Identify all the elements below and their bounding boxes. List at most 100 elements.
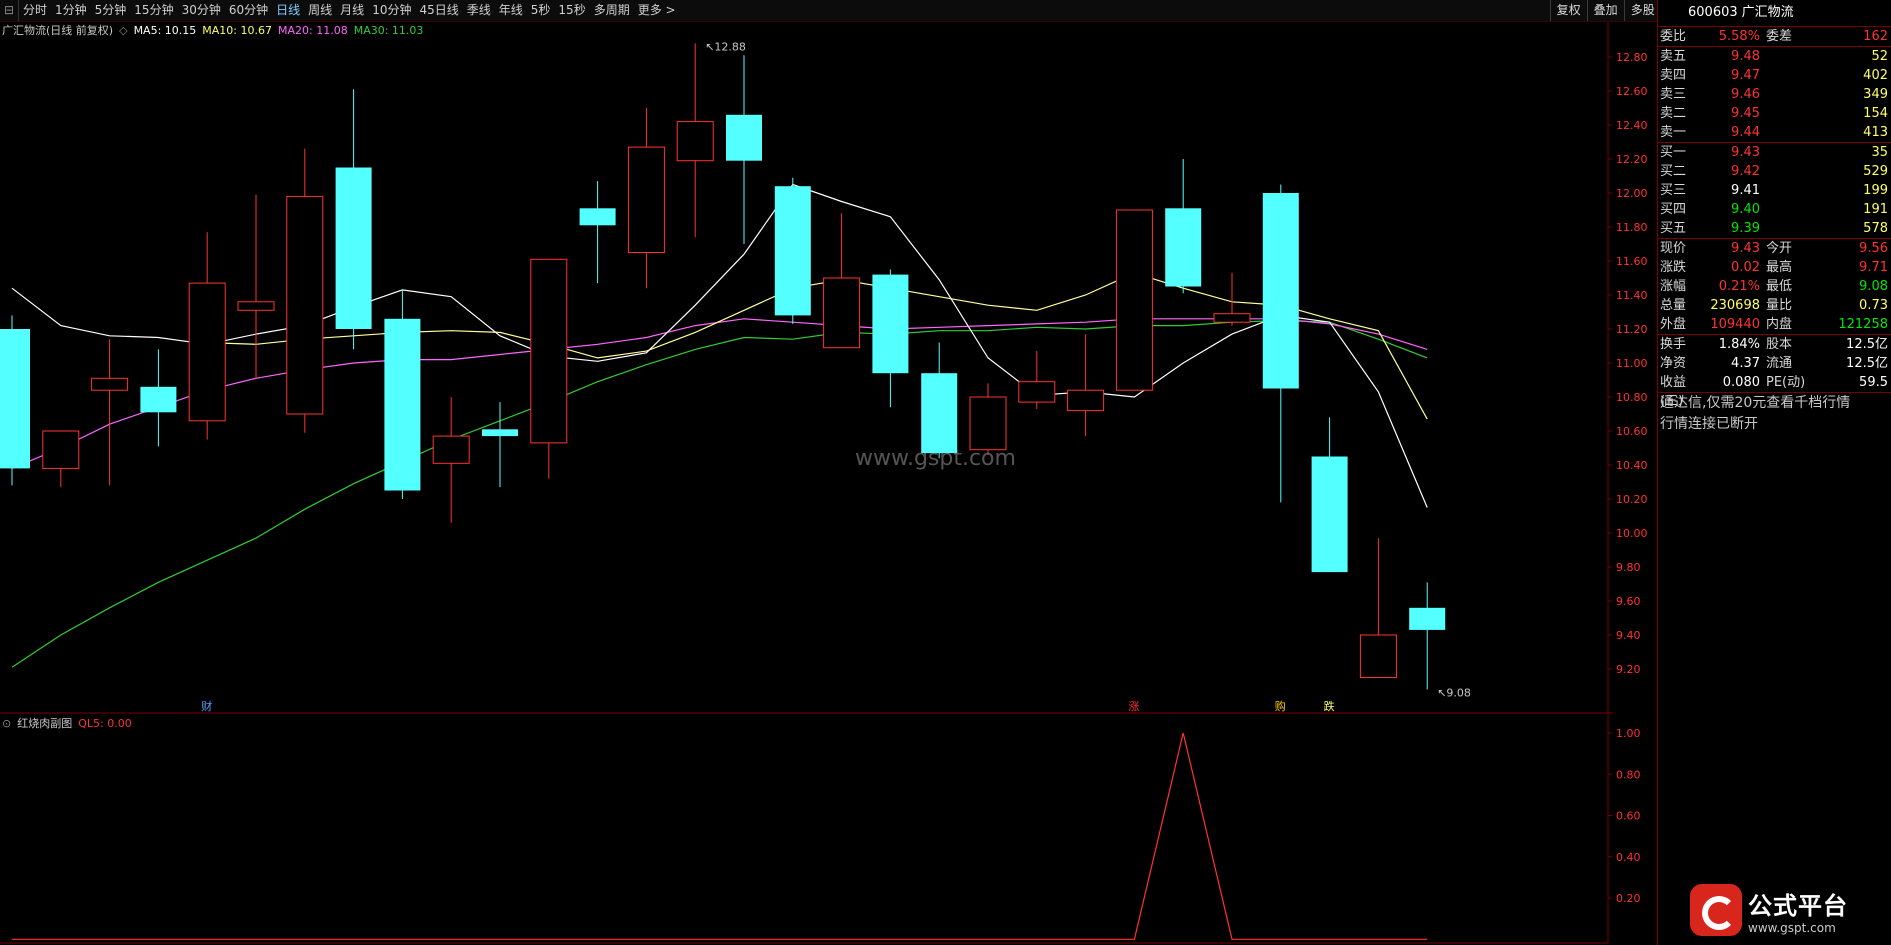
ask-price: 9.48 — [1731, 49, 1760, 64]
y-tick-label: 10.00 — [1616, 527, 1648, 540]
y-tick-label: 11.00 — [1616, 357, 1648, 370]
ask-volume: 349 — [1863, 87, 1888, 102]
stat2-label: 换手 — [1660, 337, 1687, 352]
stat2-row: 换手 1.84% 股本 12.5亿 — [1658, 335, 1891, 354]
stat2-label: PE(动) — [1766, 375, 1806, 390]
quote-stats-2: 换手 1.84% 股本 12.5亿 净资 4.37 流通 12.5亿 收益(三) 0.080 PE(… — [1658, 335, 1891, 409]
marker-zhang: 涨 — [1128, 700, 1139, 713]
stat-value: 0.02 — [1731, 260, 1760, 275]
candle-body-up — [1115, 209, 1153, 391]
candle-body-up — [432, 435, 470, 464]
bid-price: 9.39 — [1731, 221, 1760, 236]
ask-row: 卖四 9.47 402 — [1658, 66, 1891, 85]
y-tick-label: 12.20 — [1616, 153, 1648, 166]
candle-body-down — [921, 373, 958, 454]
bid-row: 买五 9.39 578 — [1658, 219, 1891, 238]
candle-body-down — [0, 329, 30, 469]
stat-label: 内盘 — [1766, 317, 1793, 332]
stat-value: 9.71 — [1859, 260, 1888, 275]
bid-label: 买五 — [1660, 221, 1687, 236]
candle-body-down — [1311, 456, 1348, 573]
logo-title: 公式平台 — [1748, 891, 1848, 920]
bid-book: 买一 9.43 35 买二 9.42 529 买三 9.41 199 买四 9.40 191 买五 9.3… — [1658, 143, 1891, 238]
candle-body-up — [676, 121, 714, 162]
candlestick-chart[interactable]: 12.80 12.60 12.40 12.20 12.00 11.80 11.60 11.40… — [0, 0, 1656, 945]
news-ad[interactable]: 通达信,仅需20元查看千档行情 — [1660, 393, 1891, 414]
ask-book: 卖五 9.48 52 卖四 9.47 402 卖三 9.46 349 卖二 9.45 154 卖一 9.4… — [1658, 47, 1891, 142]
stat-label: 最低 — [1766, 279, 1793, 294]
stat-value: 0.21% — [1718, 279, 1760, 294]
ask-row: 卖一 9.44 413 — [1658, 123, 1891, 142]
y-tick-label: 10.60 — [1616, 425, 1648, 438]
candle-body-up — [627, 146, 665, 254]
stat-value: 9.43 — [1731, 241, 1760, 256]
bid-row: 买二 9.42 529 — [1658, 162, 1891, 181]
stat2-value: 1.84% — [1718, 337, 1760, 352]
candle-body-up — [91, 377, 129, 391]
candle-body-up — [1018, 381, 1056, 403]
candle-body-down — [579, 208, 616, 226]
stat2-label: 收益(三) — [1660, 375, 1687, 409]
candle-body-up — [1359, 634, 1397, 678]
y-tick-label: 9.60 — [1616, 595, 1641, 608]
news-area: 通达信,仅需20元查看千档行情 行情连接已断开 — [1658, 393, 1891, 435]
candle-body-down — [1165, 208, 1202, 287]
y-tick-label: 11.40 — [1616, 289, 1648, 302]
sub-y-tick-label: 1.00 — [1616, 727, 1641, 740]
quote-header: 600603 广汇物流 — [1658, 0, 1891, 27]
bid-volume: 578 — [1863, 221, 1888, 236]
bid-row: 买一 9.43 35 — [1658, 143, 1891, 162]
y-tick-label: 9.20 — [1616, 663, 1641, 676]
logo-g-icon — [1690, 884, 1742, 936]
stat-label: 最高 — [1766, 260, 1793, 275]
weibi-label: 委比 — [1660, 29, 1687, 44]
marker-gou: 购 — [1275, 699, 1286, 713]
candle-body-down — [1409, 607, 1446, 630]
weicha-value: 162 — [1863, 29, 1888, 44]
ask-row: 卖三 9.46 349 — [1658, 85, 1891, 104]
marker-die: 跌 — [1324, 699, 1335, 713]
ask-volume: 154 — [1863, 106, 1888, 121]
stat-value: 230698 — [1710, 298, 1760, 313]
y-tick-label: 11.20 — [1616, 323, 1648, 336]
stat-value: 109440 — [1710, 317, 1760, 332]
ask-volume: 402 — [1863, 68, 1888, 83]
y-tick-label: 12.40 — [1616, 119, 1648, 132]
stock-name: 广汇物流 — [1741, 5, 1794, 20]
stat2-row: 净资 4.37 流通 12.5亿 — [1658, 354, 1891, 373]
y-tick-label: 11.80 — [1616, 221, 1648, 234]
bid-label: 买三 — [1660, 183, 1687, 198]
y-tick-label: 11.60 — [1616, 255, 1648, 268]
stat-row: 现价 9.43 今开 9.56 — [1658, 239, 1891, 258]
quote-stats: 现价 9.43 今开 9.56 涨跌 0.02 最高 9.71 涨幅 0.21% 最低 9.08 总量 2… — [1658, 239, 1891, 334]
ask-price: 9.46 — [1731, 87, 1760, 102]
stat-row: 总量 230698 量比 0.73 — [1658, 296, 1891, 315]
weibi-row: 委比 5.58% 委差 162 — [1658, 27, 1891, 46]
stat-label: 总量 — [1660, 298, 1687, 313]
site-logo: 公式平台 www.gspt.com — [1690, 884, 1890, 936]
candle-body-down — [384, 318, 421, 491]
stat2-value: 12.5亿 — [1846, 337, 1888, 352]
ask-label: 卖一 — [1660, 125, 1687, 140]
candle-body-up — [823, 277, 861, 349]
stat-label: 外盘 — [1660, 317, 1687, 332]
candle-body-down — [335, 167, 372, 329]
ask-label: 卖四 — [1660, 68, 1687, 83]
weicha-label: 委差 — [1766, 29, 1793, 44]
stat-row: 外盘 109440 内盘 121258 — [1658, 315, 1891, 334]
bid-label: 买二 — [1660, 164, 1687, 179]
bid-price: 9.43 — [1731, 145, 1760, 160]
stat-row: 涨跌 0.02 最高 9.71 — [1658, 258, 1891, 277]
stat2-label: 流通 — [1766, 356, 1793, 371]
candle-body-up — [188, 282, 226, 422]
candle-body-up — [1067, 389, 1105, 412]
sub-y-tick-label: 0.20 — [1616, 892, 1641, 905]
bid-volume: 191 — [1863, 202, 1888, 217]
quote-panel: 600603 广汇物流 委比 5.58% 委差 162 卖五 9.48 52 卖四 9.… — [1657, 0, 1891, 945]
candle-body-up — [42, 430, 80, 469]
marker-cai: 财 — [201, 699, 212, 713]
candle-body-up — [969, 396, 1007, 451]
stat2-value: 12.5亿 — [1846, 356, 1888, 371]
ask-price: 9.45 — [1731, 106, 1760, 121]
stat-value: 9.56 — [1859, 241, 1888, 256]
